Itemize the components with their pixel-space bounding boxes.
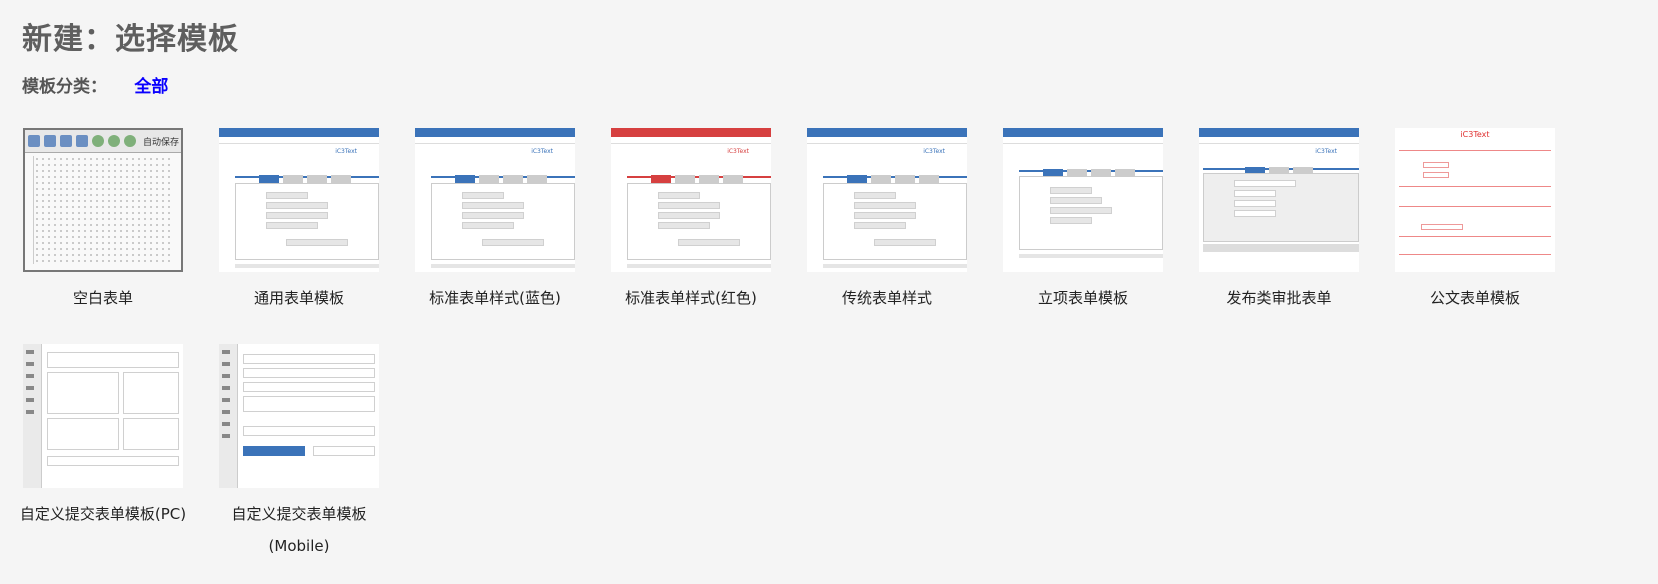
- template-label: 自定义提交表单模板(PC): [19, 505, 187, 523]
- template-card-custom-pc[interactable]: 自定义提交表单模板(PC): [7, 344, 199, 530]
- template-label: 标准表单样式(蓝色): [429, 289, 561, 307]
- template-label: 空白表单: [72, 289, 133, 307]
- template-label: 立项表单模板: [1037, 289, 1128, 307]
- thumb-brand: iC3Text: [531, 148, 553, 155]
- template-card-document[interactable]: iC3Text 公文表单模板: [1379, 128, 1571, 314]
- template-card-standard-red[interactable]: iC3Text 标准表单样式(红色): [595, 128, 787, 314]
- template-card-custom-mobile[interactable]: 自定义提交表单模板 (Mobile): [203, 344, 395, 562]
- template-thumbnail[interactable]: iC3Text: [415, 128, 575, 272]
- template-thumbnail[interactable]: iC3Text: [1199, 128, 1359, 272]
- thumb-autosave-text: 自动保存: [143, 137, 180, 148]
- template-label: 自定义提交表单模板 (Mobile): [203, 498, 395, 562]
- template-label: 标准表单样式(红色): [625, 289, 757, 307]
- template-thumbnail[interactable]: [219, 344, 379, 488]
- template-label: 发布类审批表单: [1226, 289, 1332, 307]
- category-filter: 模板分类： 全部: [22, 72, 168, 97]
- template-label-line2: (Mobile): [268, 537, 330, 555]
- template-card-publish-approval[interactable]: iC3Text 发布类审批表单: [1183, 128, 1375, 314]
- thumb-grid: [33, 156, 173, 264]
- thumb-brand: iC3Text: [335, 148, 357, 155]
- thumb-brand: iC3Text: [923, 148, 945, 155]
- category-all-link[interactable]: 全部: [134, 77, 168, 97]
- template-thumbnail[interactable]: [1003, 128, 1163, 272]
- template-thumbnail[interactable]: iC3Text: [219, 128, 379, 272]
- template-card-project[interactable]: 立项表单模板: [987, 128, 1179, 314]
- thumb-toolbar: 自动保存: [25, 130, 181, 153]
- template-thumbnail[interactable]: iC3Text: [611, 128, 771, 272]
- template-label: 公文表单模板: [1429, 289, 1520, 307]
- page-title: 新建：选择模板: [22, 22, 239, 57]
- template-thumbnail[interactable]: iC3Text: [1395, 128, 1555, 272]
- thumb-brand: iC3Text: [727, 148, 749, 155]
- thumb-brand: iC3Text: [1460, 130, 1490, 139]
- template-label-line1: 自定义提交表单模板: [231, 505, 367, 523]
- template-thumbnail[interactable]: [23, 344, 183, 488]
- template-label: 传统表单样式: [841, 289, 932, 307]
- template-card-standard-blue[interactable]: iC3Text 标准表单样式(蓝色): [399, 128, 591, 314]
- thumb-brand: iC3Text: [1315, 148, 1337, 155]
- template-card-blank[interactable]: 自动保存 空白表单: [7, 128, 199, 314]
- template-card-general[interactable]: iC3Text 通用表单模板: [203, 128, 395, 314]
- category-label: 模板分类：: [22, 77, 107, 97]
- template-label: 通用表单模板: [253, 289, 344, 307]
- template-card-traditional[interactable]: iC3Text 传统表单样式: [791, 128, 983, 314]
- template-thumbnail[interactable]: iC3Text: [807, 128, 967, 272]
- template-thumbnail[interactable]: 自动保存: [23, 128, 183, 272]
